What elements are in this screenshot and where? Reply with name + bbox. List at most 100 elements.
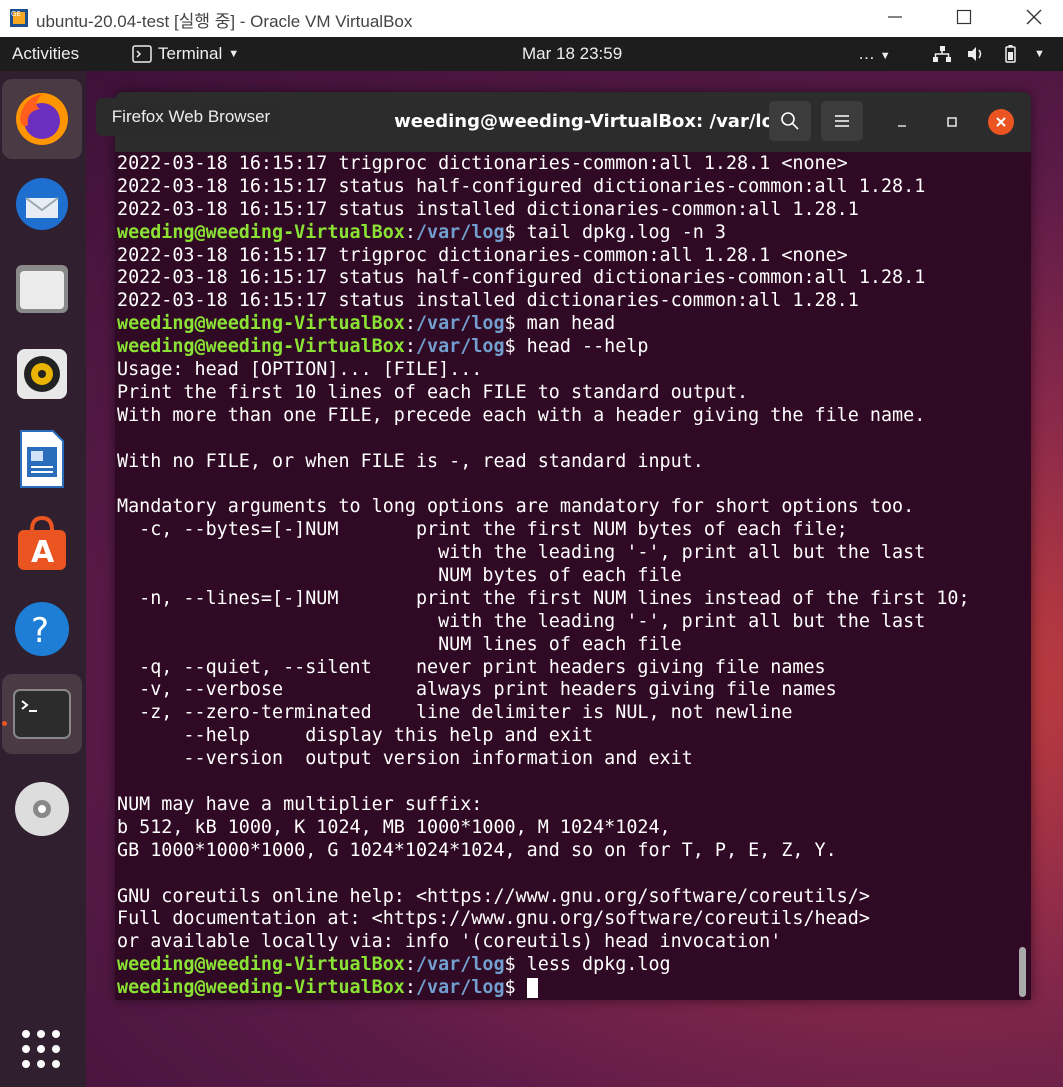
files-icon bbox=[16, 265, 68, 313]
command-text: tail dpkg.log -n 3 bbox=[515, 221, 726, 243]
prompt-user: weeding@weeding-VirtualBox bbox=[117, 313, 405, 335]
virtualbox-icon: GE bbox=[10, 9, 28, 27]
output-line: 2022-03-18 16:15:17 status half-configur… bbox=[117, 267, 926, 289]
dock-dvd[interactable] bbox=[2, 769, 82, 849]
prompt-line: weeding@weeding-VirtualBox:/var/log$ man… bbox=[117, 313, 616, 335]
svg-text:A: A bbox=[31, 535, 55, 570]
firefox-icon bbox=[16, 93, 68, 145]
svg-text:GE: GE bbox=[11, 10, 21, 18]
output-line: -v, --verbose always print headers givin… bbox=[117, 679, 837, 701]
overflow-indicator[interactable]: … ▼ bbox=[858, 37, 891, 71]
dock-rhythmbox[interactable] bbox=[2, 334, 82, 414]
output-line: -z, --zero-terminated line delimiter is … bbox=[117, 702, 793, 724]
maximize-icon bbox=[947, 117, 957, 127]
dock-libreoffice-writer[interactable] bbox=[2, 419, 82, 499]
dock-thunderbird[interactable] bbox=[2, 164, 82, 244]
chevron-down-icon: ▼ bbox=[228, 48, 240, 60]
command-text bbox=[516, 977, 527, 998]
volume-icon bbox=[968, 47, 982, 61]
output-line: --version output version information and… bbox=[117, 748, 693, 770]
output-line: 2022-03-18 16:15:17 trigproc dictionarie… bbox=[117, 153, 848, 174]
help-icon: ? bbox=[15, 602, 69, 656]
search-button[interactable] bbox=[769, 101, 811, 141]
host-window-title: ubuntu-20.04-test [실행 중] - Oracle VM Vir… bbox=[36, 12, 413, 31]
output-line: 2022-03-18 16:15:17 trigproc dictionarie… bbox=[117, 244, 848, 266]
search-icon bbox=[781, 112, 799, 130]
text-cursor bbox=[526, 978, 538, 999]
output-line: -c, --bytes=[-]NUM print the first NUM b… bbox=[117, 519, 848, 541]
prompt-user: weeding@weeding-VirtualBox bbox=[117, 221, 405, 243]
gnome-top-bar: Activities Terminal ▼ Mar 18 23:59 … ▼ ▼ bbox=[0, 37, 1063, 71]
prompt-line: weeding@weeding-VirtualBox:/var/log$ les… bbox=[117, 954, 671, 976]
terminal-window: weeding@weeding-VirtualBox: /var/log 202… bbox=[115, 92, 1031, 1000]
output-line: GNU coreutils online help: <https://www.… bbox=[117, 885, 870, 907]
terminal-output[interactable]: 2022-03-18 16:15:17 trigproc dictionarie… bbox=[117, 153, 1017, 1000]
prompt-path: /var/log bbox=[415, 977, 505, 999]
prompt-path: /var/log bbox=[415, 221, 505, 243]
activities-button[interactable]: Activities bbox=[12, 37, 79, 71]
prompt-user: weeding@weeding-VirtualBox bbox=[117, 336, 405, 358]
command-text: less dpkg.log bbox=[515, 954, 671, 976]
maximize-button[interactable] bbox=[939, 109, 965, 135]
output-line: NUM lines of each file bbox=[117, 633, 682, 655]
output-line: --help display this help and exit bbox=[117, 725, 594, 747]
clock[interactable]: Mar 18 23:59 bbox=[522, 37, 622, 71]
dvd-icon bbox=[15, 782, 69, 836]
close-icon bbox=[996, 117, 1006, 127]
output-line: Print the first 10 lines of each FILE to… bbox=[117, 381, 749, 403]
grid-icon[interactable] bbox=[20, 1028, 62, 1070]
output-line: with the leading '-', print all but the … bbox=[117, 610, 926, 632]
battery-icon bbox=[1005, 45, 1016, 63]
dock-software[interactable]: A bbox=[2, 504, 82, 584]
thunderbird-icon bbox=[16, 178, 68, 230]
running-indicator bbox=[2, 721, 7, 726]
dock-files[interactable] bbox=[2, 249, 82, 329]
minimize-icon bbox=[898, 125, 906, 127]
prompt-line: weeding@weeding-VirtualBox:/var/log$ hea… bbox=[117, 336, 649, 358]
output-line: or available locally via: info '(coreuti… bbox=[117, 931, 782, 953]
output-line: 2022-03-18 16:15:17 status half-configur… bbox=[117, 175, 926, 197]
output-line: b 512, kB 1000, K 1024, MB 1000*1000, M … bbox=[117, 816, 671, 838]
output-line: with the leading '-', print all but the … bbox=[117, 542, 926, 564]
dock-terminal[interactable] bbox=[2, 674, 82, 754]
terminal-scrollbar[interactable] bbox=[1019, 947, 1026, 997]
prompt-line: weeding@weeding-VirtualBox:/var/log$ bbox=[117, 977, 1017, 1000]
output-line: Usage: head [OPTION]... [FILE]... bbox=[117, 359, 483, 381]
output-line: NUM may have a multiplier suffix: bbox=[117, 793, 483, 815]
prompt-path: /var/log bbox=[415, 313, 505, 335]
minimize-icon[interactable] bbox=[880, 4, 910, 30]
prompt-path: /var/log bbox=[415, 336, 505, 358]
minimize-button[interactable] bbox=[889, 109, 915, 135]
close-button[interactable] bbox=[988, 109, 1014, 135]
software-icon: A bbox=[18, 516, 66, 570]
app-menu-label: Terminal bbox=[158, 44, 223, 63]
output-line: 2022-03-18 16:15:17 status installed dic… bbox=[117, 290, 859, 312]
hamburger-icon bbox=[835, 115, 849, 127]
output-line: Mandatory arguments to long options are … bbox=[117, 496, 915, 518]
chevron-down-icon: ▼ bbox=[1034, 48, 1045, 60]
output-line: With no FILE, or when FILE is -, read st… bbox=[117, 450, 704, 472]
prompt-path: /var/log bbox=[415, 954, 505, 976]
svg-text:?: ? bbox=[31, 611, 49, 651]
app-menu[interactable]: Terminal ▼ bbox=[132, 37, 239, 71]
close-icon[interactable] bbox=[1019, 4, 1049, 30]
prompt-user: weeding@weeding-VirtualBox bbox=[117, 977, 405, 999]
system-menu[interactable]: ▼ bbox=[932, 37, 1045, 71]
dock: A ? bbox=[0, 71, 86, 1087]
prompt-user: weeding@weeding-VirtualBox bbox=[117, 954, 405, 976]
output-line: -n, --lines=[-]NUM print the first NUM l… bbox=[117, 587, 970, 609]
output-line: 2022-03-18 16:15:17 status installed dic… bbox=[117, 198, 859, 220]
prompt-line: weeding@weeding-VirtualBox:/var/log$ tai… bbox=[117, 221, 726, 243]
output-line: -q, --quiet, --silent never print header… bbox=[117, 656, 826, 678]
maximize-icon[interactable] bbox=[949, 4, 979, 30]
dock-firefox[interactable] bbox=[2, 79, 82, 159]
dock-help[interactable]: ? bbox=[2, 589, 82, 669]
terminal-small-icon bbox=[132, 45, 152, 63]
libreoffice-writer-icon bbox=[20, 430, 64, 488]
menu-button[interactable] bbox=[821, 101, 863, 141]
host-titlebar: GE ubuntu-20.04-test [실행 중] - Oracle VM … bbox=[0, 0, 1063, 37]
